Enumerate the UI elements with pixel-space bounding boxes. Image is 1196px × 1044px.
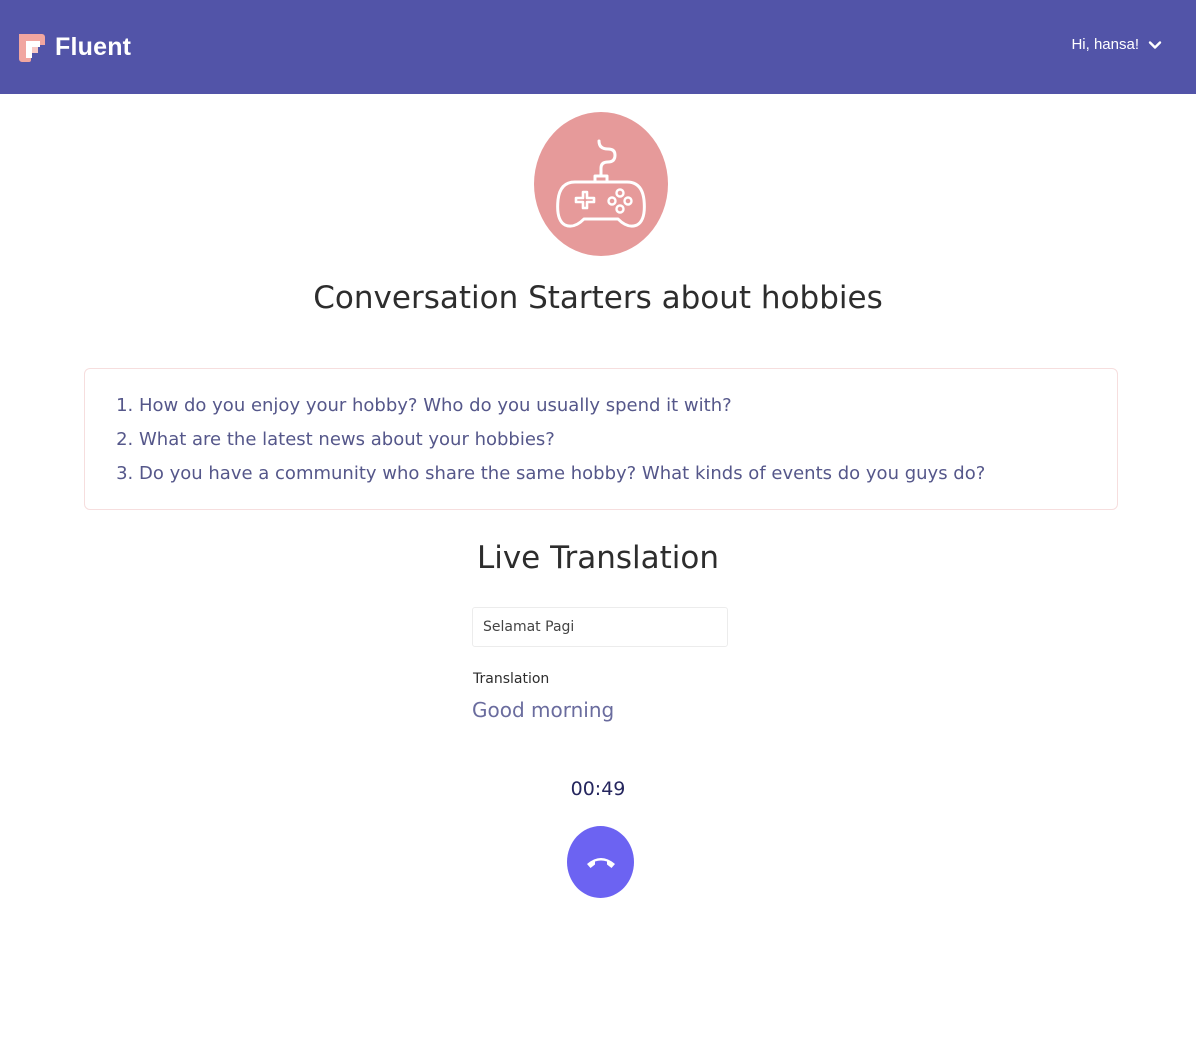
topic-icon-circle xyxy=(534,112,668,256)
conversation-starters-card: How do you enjoy your hobby? Who do you … xyxy=(84,368,1118,510)
translation-output: Good morning xyxy=(472,698,615,722)
chevron-down-icon xyxy=(1148,40,1162,49)
end-call-button[interactable] xyxy=(567,826,634,898)
brand-name: Fluent xyxy=(55,32,132,61)
translation-label: Translation xyxy=(473,671,550,687)
starter-item: How do you enjoy your hobby? Who do you … xyxy=(139,393,1117,427)
call-timer: 00:49 xyxy=(570,778,626,800)
translation-source-input[interactable] xyxy=(472,607,728,647)
top-navbar: Fluent Hi, hansa! xyxy=(0,0,1196,94)
page-title: Conversation Starters about hobbies xyxy=(313,280,883,316)
brand-logo-link[interactable]: Fluent xyxy=(16,31,131,63)
live-translation-title: Live Translation xyxy=(476,540,720,576)
gamepad-icon xyxy=(556,139,646,228)
conversation-starters-list: How do you enjoy your hobby? Who do you … xyxy=(85,369,1117,495)
user-greeting: Hi, hansa! xyxy=(1071,36,1139,53)
phone-hangup-icon xyxy=(586,858,615,868)
fluent-logo-icon xyxy=(19,34,45,62)
user-menu[interactable]: Hi, hansa! xyxy=(1071,36,1162,53)
starter-item: What are the latest news about your hobb… xyxy=(139,427,1117,461)
starter-item: Do you have a community who share the sa… xyxy=(139,461,1117,495)
